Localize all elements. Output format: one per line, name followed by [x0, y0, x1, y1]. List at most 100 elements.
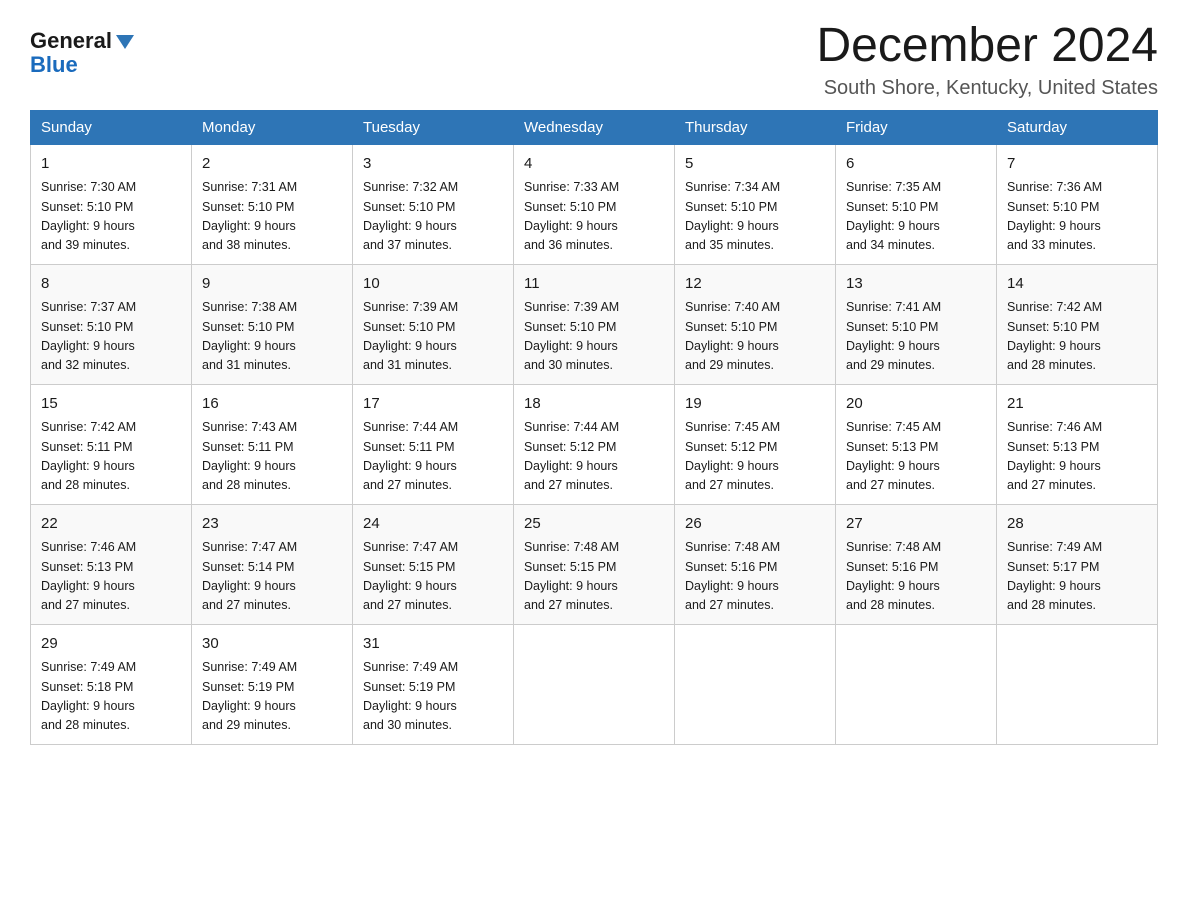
day-info: Sunrise: 7:49 AMSunset: 5:17 PMDaylight:… — [1007, 538, 1147, 616]
day-info: Sunrise: 7:39 AMSunset: 5:10 PMDaylight:… — [524, 298, 664, 376]
day-cell: 4Sunrise: 7:33 AMSunset: 5:10 PMDaylight… — [514, 144, 675, 264]
header-cell-wednesday: Wednesday — [514, 110, 675, 144]
logo-triangle-icon — [116, 35, 134, 49]
day-number: 2 — [202, 153, 342, 176]
day-number: 24 — [363, 513, 503, 536]
day-number: 15 — [41, 393, 181, 416]
day-number: 10 — [363, 273, 503, 296]
day-number: 13 — [846, 273, 986, 296]
day-info: Sunrise: 7:42 AMSunset: 5:11 PMDaylight:… — [41, 418, 181, 496]
day-cell: 18Sunrise: 7:44 AMSunset: 5:12 PMDayligh… — [514, 384, 675, 504]
header-cell-saturday: Saturday — [997, 110, 1158, 144]
header-cell-monday: Monday — [192, 110, 353, 144]
day-info: Sunrise: 7:40 AMSunset: 5:10 PMDaylight:… — [685, 298, 825, 376]
day-cell: 21Sunrise: 7:46 AMSunset: 5:13 PMDayligh… — [997, 384, 1158, 504]
title-area: December 2024 South Shore, Kentucky, Uni… — [816, 20, 1158, 100]
day-cell: 12Sunrise: 7:40 AMSunset: 5:10 PMDayligh… — [675, 264, 836, 384]
day-info: Sunrise: 7:33 AMSunset: 5:10 PMDaylight:… — [524, 178, 664, 256]
day-number: 30 — [202, 633, 342, 656]
day-number: 27 — [846, 513, 986, 536]
day-info: Sunrise: 7:45 AMSunset: 5:13 PMDaylight:… — [846, 418, 986, 496]
day-cell: 2Sunrise: 7:31 AMSunset: 5:10 PMDaylight… — [192, 144, 353, 264]
day-cell: 22Sunrise: 7:46 AMSunset: 5:13 PMDayligh… — [31, 504, 192, 624]
page-header: General Blue December 2024 South Shore, … — [30, 20, 1158, 100]
day-info: Sunrise: 7:49 AMSunset: 5:19 PMDaylight:… — [202, 658, 342, 736]
day-number: 25 — [524, 513, 664, 536]
day-number: 4 — [524, 153, 664, 176]
day-cell: 3Sunrise: 7:32 AMSunset: 5:10 PMDaylight… — [353, 144, 514, 264]
day-number: 1 — [41, 153, 181, 176]
day-cell: 26Sunrise: 7:48 AMSunset: 5:16 PMDayligh… — [675, 504, 836, 624]
day-number: 6 — [846, 153, 986, 176]
day-info: Sunrise: 7:37 AMSunset: 5:10 PMDaylight:… — [41, 298, 181, 376]
week-row-5: 29Sunrise: 7:49 AMSunset: 5:18 PMDayligh… — [31, 624, 1158, 744]
day-number: 22 — [41, 513, 181, 536]
day-info: Sunrise: 7:39 AMSunset: 5:10 PMDaylight:… — [363, 298, 503, 376]
day-cell — [514, 624, 675, 744]
calendar-header: SundayMondayTuesdayWednesdayThursdayFrid… — [31, 110, 1158, 144]
day-info: Sunrise: 7:36 AMSunset: 5:10 PMDaylight:… — [1007, 178, 1147, 256]
day-cell: 25Sunrise: 7:48 AMSunset: 5:15 PMDayligh… — [514, 504, 675, 624]
day-cell: 16Sunrise: 7:43 AMSunset: 5:11 PMDayligh… — [192, 384, 353, 504]
day-number: 11 — [524, 273, 664, 296]
day-cell: 27Sunrise: 7:48 AMSunset: 5:16 PMDayligh… — [836, 504, 997, 624]
day-cell: 9Sunrise: 7:38 AMSunset: 5:10 PMDaylight… — [192, 264, 353, 384]
day-cell: 14Sunrise: 7:42 AMSunset: 5:10 PMDayligh… — [997, 264, 1158, 384]
day-number: 21 — [1007, 393, 1147, 416]
day-info: Sunrise: 7:47 AMSunset: 5:15 PMDaylight:… — [363, 538, 503, 616]
day-cell: 1Sunrise: 7:30 AMSunset: 5:10 PMDaylight… — [31, 144, 192, 264]
header-cell-thursday: Thursday — [675, 110, 836, 144]
day-info: Sunrise: 7:32 AMSunset: 5:10 PMDaylight:… — [363, 178, 503, 256]
day-cell: 24Sunrise: 7:47 AMSunset: 5:15 PMDayligh… — [353, 504, 514, 624]
week-row-4: 22Sunrise: 7:46 AMSunset: 5:13 PMDayligh… — [31, 504, 1158, 624]
day-cell: 10Sunrise: 7:39 AMSunset: 5:10 PMDayligh… — [353, 264, 514, 384]
header-cell-friday: Friday — [836, 110, 997, 144]
day-number: 5 — [685, 153, 825, 176]
day-cell: 17Sunrise: 7:44 AMSunset: 5:11 PMDayligh… — [353, 384, 514, 504]
logo-general: General — [30, 30, 112, 52]
day-number: 20 — [846, 393, 986, 416]
day-cell: 28Sunrise: 7:49 AMSunset: 5:17 PMDayligh… — [997, 504, 1158, 624]
day-cell: 11Sunrise: 7:39 AMSunset: 5:10 PMDayligh… — [514, 264, 675, 384]
day-number: 17 — [363, 393, 503, 416]
day-info: Sunrise: 7:46 AMSunset: 5:13 PMDaylight:… — [1007, 418, 1147, 496]
day-info: Sunrise: 7:49 AMSunset: 5:19 PMDaylight:… — [363, 658, 503, 736]
day-info: Sunrise: 7:48 AMSunset: 5:16 PMDaylight:… — [846, 538, 986, 616]
day-number: 16 — [202, 393, 342, 416]
day-info: Sunrise: 7:48 AMSunset: 5:16 PMDaylight:… — [685, 538, 825, 616]
header-row: SundayMondayTuesdayWednesdayThursdayFrid… — [31, 110, 1158, 144]
day-info: Sunrise: 7:42 AMSunset: 5:10 PMDaylight:… — [1007, 298, 1147, 376]
week-row-2: 8Sunrise: 7:37 AMSunset: 5:10 PMDaylight… — [31, 264, 1158, 384]
day-info: Sunrise: 7:46 AMSunset: 5:13 PMDaylight:… — [41, 538, 181, 616]
day-number: 3 — [363, 153, 503, 176]
day-number: 19 — [685, 393, 825, 416]
day-number: 26 — [685, 513, 825, 536]
day-cell: 15Sunrise: 7:42 AMSunset: 5:11 PMDayligh… — [31, 384, 192, 504]
calendar-table: SundayMondayTuesdayWednesdayThursdayFrid… — [30, 110, 1158, 745]
day-cell: 19Sunrise: 7:45 AMSunset: 5:12 PMDayligh… — [675, 384, 836, 504]
day-number: 18 — [524, 393, 664, 416]
day-number: 28 — [1007, 513, 1147, 536]
day-number: 29 — [41, 633, 181, 656]
day-info: Sunrise: 7:44 AMSunset: 5:11 PMDaylight:… — [363, 418, 503, 496]
day-number: 12 — [685, 273, 825, 296]
day-info: Sunrise: 7:45 AMSunset: 5:12 PMDaylight:… — [685, 418, 825, 496]
day-info: Sunrise: 7:48 AMSunset: 5:15 PMDaylight:… — [524, 538, 664, 616]
calendar-body: 1Sunrise: 7:30 AMSunset: 5:10 PMDaylight… — [31, 144, 1158, 744]
day-number: 7 — [1007, 153, 1147, 176]
day-cell — [675, 624, 836, 744]
day-number: 14 — [1007, 273, 1147, 296]
logo-blue: Blue — [30, 52, 78, 78]
day-info: Sunrise: 7:31 AMSunset: 5:10 PMDaylight:… — [202, 178, 342, 256]
day-info: Sunrise: 7:43 AMSunset: 5:11 PMDaylight:… — [202, 418, 342, 496]
day-cell — [997, 624, 1158, 744]
week-row-1: 1Sunrise: 7:30 AMSunset: 5:10 PMDaylight… — [31, 144, 1158, 264]
day-number: 23 — [202, 513, 342, 536]
day-cell: 31Sunrise: 7:49 AMSunset: 5:19 PMDayligh… — [353, 624, 514, 744]
header-cell-tuesday: Tuesday — [353, 110, 514, 144]
day-cell — [836, 624, 997, 744]
day-number: 9 — [202, 273, 342, 296]
day-cell: 6Sunrise: 7:35 AMSunset: 5:10 PMDaylight… — [836, 144, 997, 264]
page-subtitle: South Shore, Kentucky, United States — [816, 77, 1158, 100]
day-info: Sunrise: 7:41 AMSunset: 5:10 PMDaylight:… — [846, 298, 986, 376]
